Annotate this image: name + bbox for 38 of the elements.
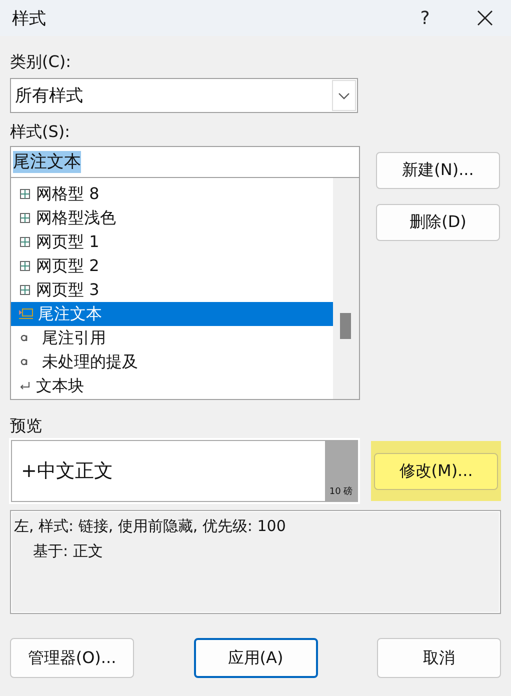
description-text: 基于: 正文 — [32, 541, 104, 562]
chevron-down-icon — [338, 92, 350, 100]
table-icon — [19, 284, 31, 296]
table-icon — [19, 188, 31, 200]
category-dropdown[interactable]: 所有样式 — [10, 78, 358, 113]
styles-label: 样式(S): — [10, 121, 72, 143]
table-icon — [19, 236, 31, 248]
style-item[interactable]: 网页型 3 — [11, 278, 333, 302]
style-item[interactable]: 网格型 8 — [11, 182, 333, 206]
category-label: 类别(C): — [10, 51, 72, 73]
linked-style-icon — [19, 308, 33, 320]
font-size-label: 10 磅 — [329, 486, 353, 498]
dialog-button[interactable]: 删除(D) — [376, 204, 500, 241]
preview-sample: +中文正文 — [20, 459, 114, 484]
window-title: 样式 — [12, 8, 47, 30]
scroll-thumb[interactable] — [340, 313, 351, 339]
dialog-button[interactable]: 新建(N)... — [376, 152, 500, 189]
close-icon — [476, 9, 494, 27]
style-item[interactable]: 网格型浅色 — [11, 206, 333, 230]
style-item[interactable]: 网页型 1 — [11, 230, 333, 254]
dialog-button[interactable]: 取消 — [377, 638, 501, 678]
preview-label: 预览 — [10, 415, 43, 437]
style-item[interactable]: 尾注文本 — [11, 302, 333, 326]
dropdown-button[interactable] — [332, 80, 356, 111]
style-name-field[interactable]: 尾注文本 — [10, 146, 360, 178]
description-text: 左, 样式: 链接, 使用前隐藏, 优先级: 100 — [14, 516, 287, 537]
modify-button[interactable]: 修改(M)... — [374, 452, 498, 490]
style-item[interactable]: 网页型 2 — [11, 254, 333, 278]
dialog-button[interactable]: 管理器(O)... — [10, 638, 134, 678]
style-item[interactable]: 尾注引用 — [11, 326, 333, 350]
dialog-button[interactable]: 应用(A) — [194, 638, 318, 678]
table-icon — [19, 260, 31, 272]
style-item[interactable]: 未处理的提及 — [11, 350, 333, 374]
table-icon — [19, 212, 31, 224]
return-icon — [19, 380, 31, 392]
help-button[interactable]: ? — [399, 0, 451, 36]
scrollbar[interactable] — [333, 178, 359, 399]
style-item[interactable]: 文本块 — [11, 374, 333, 398]
